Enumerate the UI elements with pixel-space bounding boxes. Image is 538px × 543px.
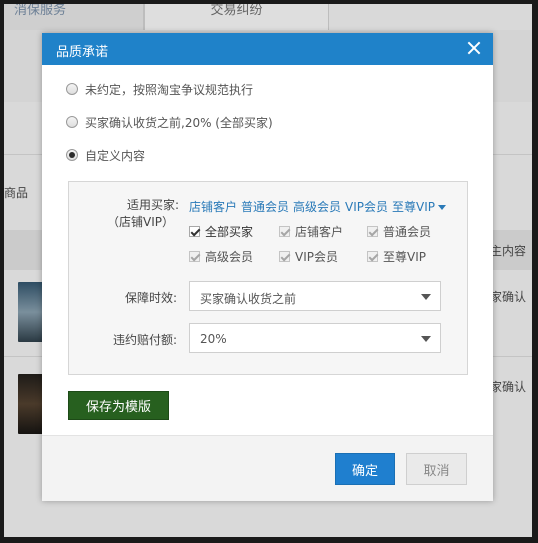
background-row-text: 家确认 xyxy=(490,290,527,304)
background-text: 商品 xyxy=(4,186,29,200)
compensation-value: 20% xyxy=(200,332,227,346)
checkmark-icon[interactable] xyxy=(279,251,290,262)
option-custom[interactable]: 自定义内容 xyxy=(66,146,145,164)
tab-consumer-protection[interactable]: 消保服务 xyxy=(4,4,144,30)
checkmark-icon[interactable] xyxy=(367,251,378,262)
period-label: 保障时效: xyxy=(124,291,177,305)
close-icon[interactable] xyxy=(463,37,485,59)
buyer-sublabel: （店铺VIP） xyxy=(107,215,174,229)
period-select[interactable]: 买家确认收货之前 xyxy=(189,281,441,311)
buyer-link[interactable]: VIP会员 xyxy=(345,198,388,215)
buyer-link[interactable]: 普通会员 xyxy=(241,198,289,215)
chevron-down-icon xyxy=(438,205,447,210)
chevron-down-icon xyxy=(421,294,431,300)
radio-icon[interactable] xyxy=(66,116,78,128)
tab-dispute[interactable]: 交易纠纷 xyxy=(144,4,329,30)
checkmark-icon[interactable] xyxy=(367,226,378,237)
option-unspecified[interactable]: 未约定，按照淘宝争议规范执行 xyxy=(66,80,253,98)
checkbox-normal-member[interactable]: 普通会员 xyxy=(367,223,431,240)
save-template-button[interactable]: 保存为模版 xyxy=(68,391,169,420)
radio-icon[interactable] xyxy=(66,83,78,95)
radio-icon[interactable] xyxy=(66,149,78,161)
compensation-select[interactable]: 20% xyxy=(189,323,441,353)
period-value: 买家确认收货之前 xyxy=(200,292,297,306)
background-column-header: 主内容 xyxy=(490,244,527,258)
dialog-header: 品质承诺 xyxy=(42,33,493,65)
checkbox-shop-customer[interactable]: 店铺客户 xyxy=(279,223,343,240)
checkbox-senior-member[interactable]: 高级会员 xyxy=(189,248,253,265)
checkbox-vip-member[interactable]: VIP会员 xyxy=(279,248,338,265)
checkbox-supreme-vip[interactable]: 至尊VIP xyxy=(367,248,426,265)
custom-content-panel: 适用买家: （店铺VIP） 店铺客户 普通会员 高级会员 VIP会员 至尊VIP… xyxy=(68,181,468,375)
buyer-link[interactable]: 店铺客户 xyxy=(189,198,237,215)
checkmark-icon[interactable] xyxy=(189,226,200,237)
compensation-label: 违约赔付额: xyxy=(112,333,177,347)
buyer-link[interactable]: 高级会员 xyxy=(293,198,341,215)
buyer-link-dropdown[interactable]: 至尊VIP xyxy=(392,198,447,215)
option-label: 买家确认收货之前,20% (全部买家) xyxy=(85,115,273,130)
background-row-text: 家确认 xyxy=(490,380,527,394)
checkbox-all-buyers[interactable]: 全部买家 xyxy=(189,223,253,240)
checkmark-icon[interactable] xyxy=(279,226,290,237)
confirm-button[interactable]: 确定 xyxy=(335,453,395,485)
option-before-receipt[interactable]: 买家确认收货之前,20% (全部买家) xyxy=(66,113,273,131)
option-label: 自定义内容 xyxy=(85,148,146,163)
quality-promise-dialog: 品质承诺 未约定，按照淘宝争议规范执行 买家确认收货之前,20% (全部买家) … xyxy=(42,33,493,501)
checkmark-icon[interactable] xyxy=(189,251,200,262)
buyer-label: 适用买家: xyxy=(126,198,179,212)
chevron-down-icon xyxy=(421,336,431,342)
buyer-link-row: 店铺客户 普通会员 高级会员 VIP会员 至尊VIP xyxy=(189,198,447,215)
dialog-title: 品质承诺 xyxy=(56,45,109,60)
dialog-footer: 确定 取消 xyxy=(42,435,493,501)
cancel-button[interactable]: 取消 xyxy=(406,453,467,485)
option-label: 未约定，按照淘宝争议规范执行 xyxy=(85,82,254,97)
